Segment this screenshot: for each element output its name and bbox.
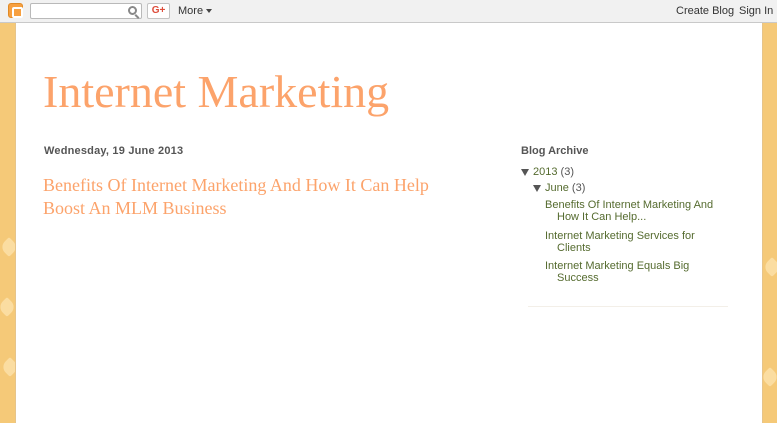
more-menu[interactable]: More	[178, 5, 213, 17]
chevron-down-icon	[206, 9, 213, 14]
more-label: More	[178, 5, 204, 17]
blogger-logo-icon[interactable]	[8, 3, 23, 18]
create-blog-link[interactable]: Create Blog	[676, 5, 734, 17]
main-content: Internet Marketing Wednesday, 19 June 20…	[15, 23, 763, 423]
expand-toggle-icon[interactable]	[533, 184, 541, 192]
navbar: G+ More Create Blog Sign In	[0, 0, 777, 23]
archive-month-count: (3)	[571, 182, 586, 194]
archive-month-row[interactable]: June (3)	[533, 182, 585, 194]
archive-year-count: (3)	[560, 166, 574, 178]
blog-archive-heading: Blog Archive	[521, 145, 589, 157]
archive-post-link[interactable]: Benefits Of Internet Marketing And How I…	[545, 199, 715, 223]
sidebar-divider	[528, 306, 728, 307]
archive-month-link[interactable]: June	[545, 182, 569, 194]
blog-title[interactable]: Internet Marketing	[43, 65, 389, 118]
post-date: Wednesday, 19 June 2013	[44, 145, 184, 157]
archive-year-link[interactable]: 2013	[533, 166, 557, 178]
search-icon[interactable]	[128, 6, 137, 15]
archive-post-link[interactable]: Internet Marketing Services for Clients	[545, 230, 715, 254]
search-input[interactable]	[30, 3, 142, 19]
expand-toggle-icon[interactable]	[521, 168, 529, 176]
archive-post-link[interactable]: Internet Marketing Equals Big Success	[545, 260, 715, 284]
google-plus-button[interactable]: G+	[147, 3, 170, 19]
archive-year-row[interactable]: 2013 (3)	[521, 166, 574, 178]
sign-in-link[interactable]: Sign In	[739, 5, 773, 17]
leaf-decoration-icon	[762, 257, 777, 277]
post-title-link[interactable]: Benefits Of Internet Marketing And How I…	[43, 174, 473, 220]
